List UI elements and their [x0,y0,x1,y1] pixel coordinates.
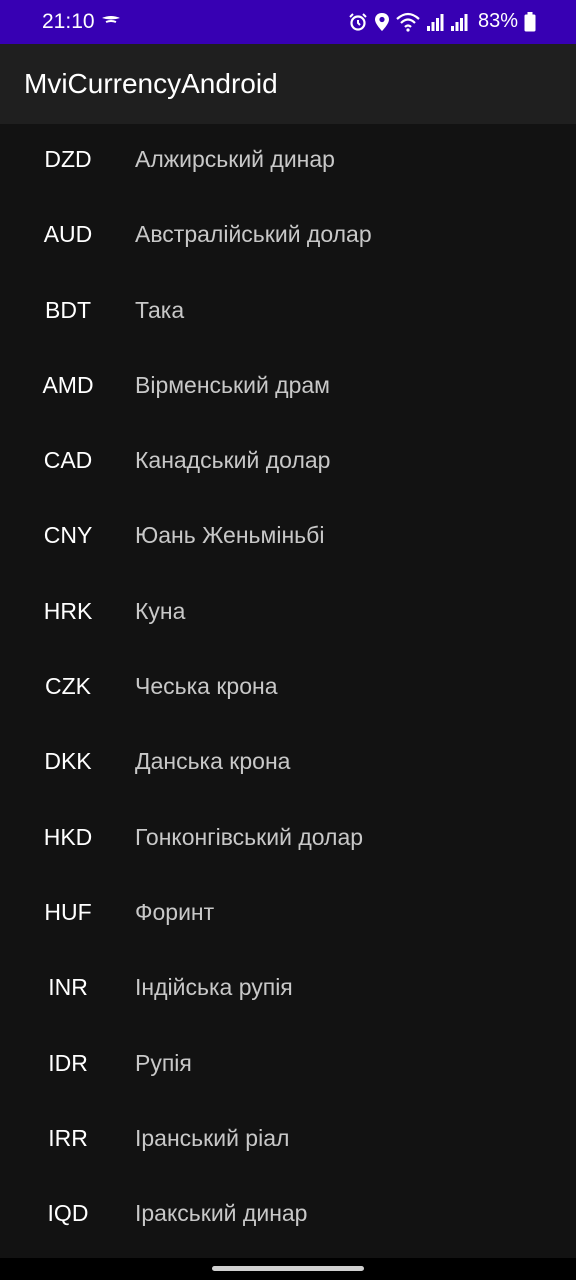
currency-code: DZD [44,146,92,172]
currency-code: AMD [42,371,94,398]
currency-row[interactable]: IQD Іракський динар [0,1178,576,1253]
currency-code: CNY [43,522,93,549]
currency-name: Така [135,296,185,323]
currency-row[interactable]: HKD Гонконгівський долар [0,802,576,877]
currency-name: Іракський динар [135,1200,308,1227]
currency-code: BDT [45,296,91,323]
currency-name: Австралійський долар [135,221,372,248]
currency-name: Рупія [135,1049,192,1076]
currency-name: Юань Женьміньбі [135,522,325,549]
currency-name: Індійська рупія [135,974,293,1001]
currency-code: INR [48,974,88,1001]
currency-code: HRK [43,597,93,624]
currency-row[interactable]: IRR Іранський ріал [0,1103,576,1178]
cast-icon [102,16,120,23]
navigation-bar [0,1258,576,1280]
currency-code: CAD [43,447,93,474]
currency-code: HKD [43,823,93,850]
currency-code: DKK [44,748,92,775]
currency-row[interactable]: INR Індійська рупія [0,952,576,1027]
currency-code: AUD [43,221,93,248]
app-bar: MviCurrencyAndroid [0,44,576,124]
currency-name: Канадський долар [135,447,331,474]
status-bar: 21:10 83% [0,0,576,44]
currency-row[interactable]: AUD Австралійський долар [0,199,576,274]
battery-percentage: 83% [477,10,518,32]
wifi-icon [396,12,420,32]
currency-name: Алжирський динар [135,146,335,172]
currency-name: Гонконгівський долар [135,823,364,850]
currency-code: IQD [47,1200,89,1227]
alarm-icon [349,12,367,31]
currency-code: CZK [45,673,91,700]
currency-name: Чеська крона [135,673,278,700]
currency-row[interactable]: BDT Така [0,275,576,350]
currency-row[interactable]: AMD Вірменський драм [0,350,576,425]
home-gesture-handle[interactable] [212,1266,364,1271]
signal-icon [450,13,468,31]
currency-row[interactable]: CAD Канадський долар [0,425,576,500]
currency-name: Форинт [135,898,215,925]
app-title: MviCurrencyAndroid [24,68,278,99]
currency-code: IDR [48,1049,88,1076]
location-icon [374,12,389,31]
status-icons: 83% [348,10,536,33]
signal-icon [426,13,444,31]
currency-name: Іранський ріал [135,1124,290,1151]
currency-name: Данська крона [135,748,291,775]
currency-list[interactable]: DZD Алжирський динар AUD Австралійський дол… [0,124,576,1258]
currency-row[interactable]: DZD Алжирський динар [0,124,576,199]
currency-name: Вірменський драм [135,371,330,398]
currency-row[interactable]: DKK Данська крона [0,726,576,801]
currency-name: Куна [135,597,186,624]
currency-code: IRR [48,1124,88,1151]
battery-icon [524,11,536,31]
status-time: 21:10 [42,10,95,33]
currency-row[interactable]: HUF Форинт [0,877,576,952]
currency-row[interactable]: IDR Рупія [0,1028,576,1103]
currency-row[interactable]: HRK Куна [0,576,576,651]
currency-row[interactable]: CNY Юань Женьміньбі [0,500,576,575]
currency-code: HUF [44,898,92,925]
currency-row[interactable]: CZK Чеська крона [0,651,576,726]
